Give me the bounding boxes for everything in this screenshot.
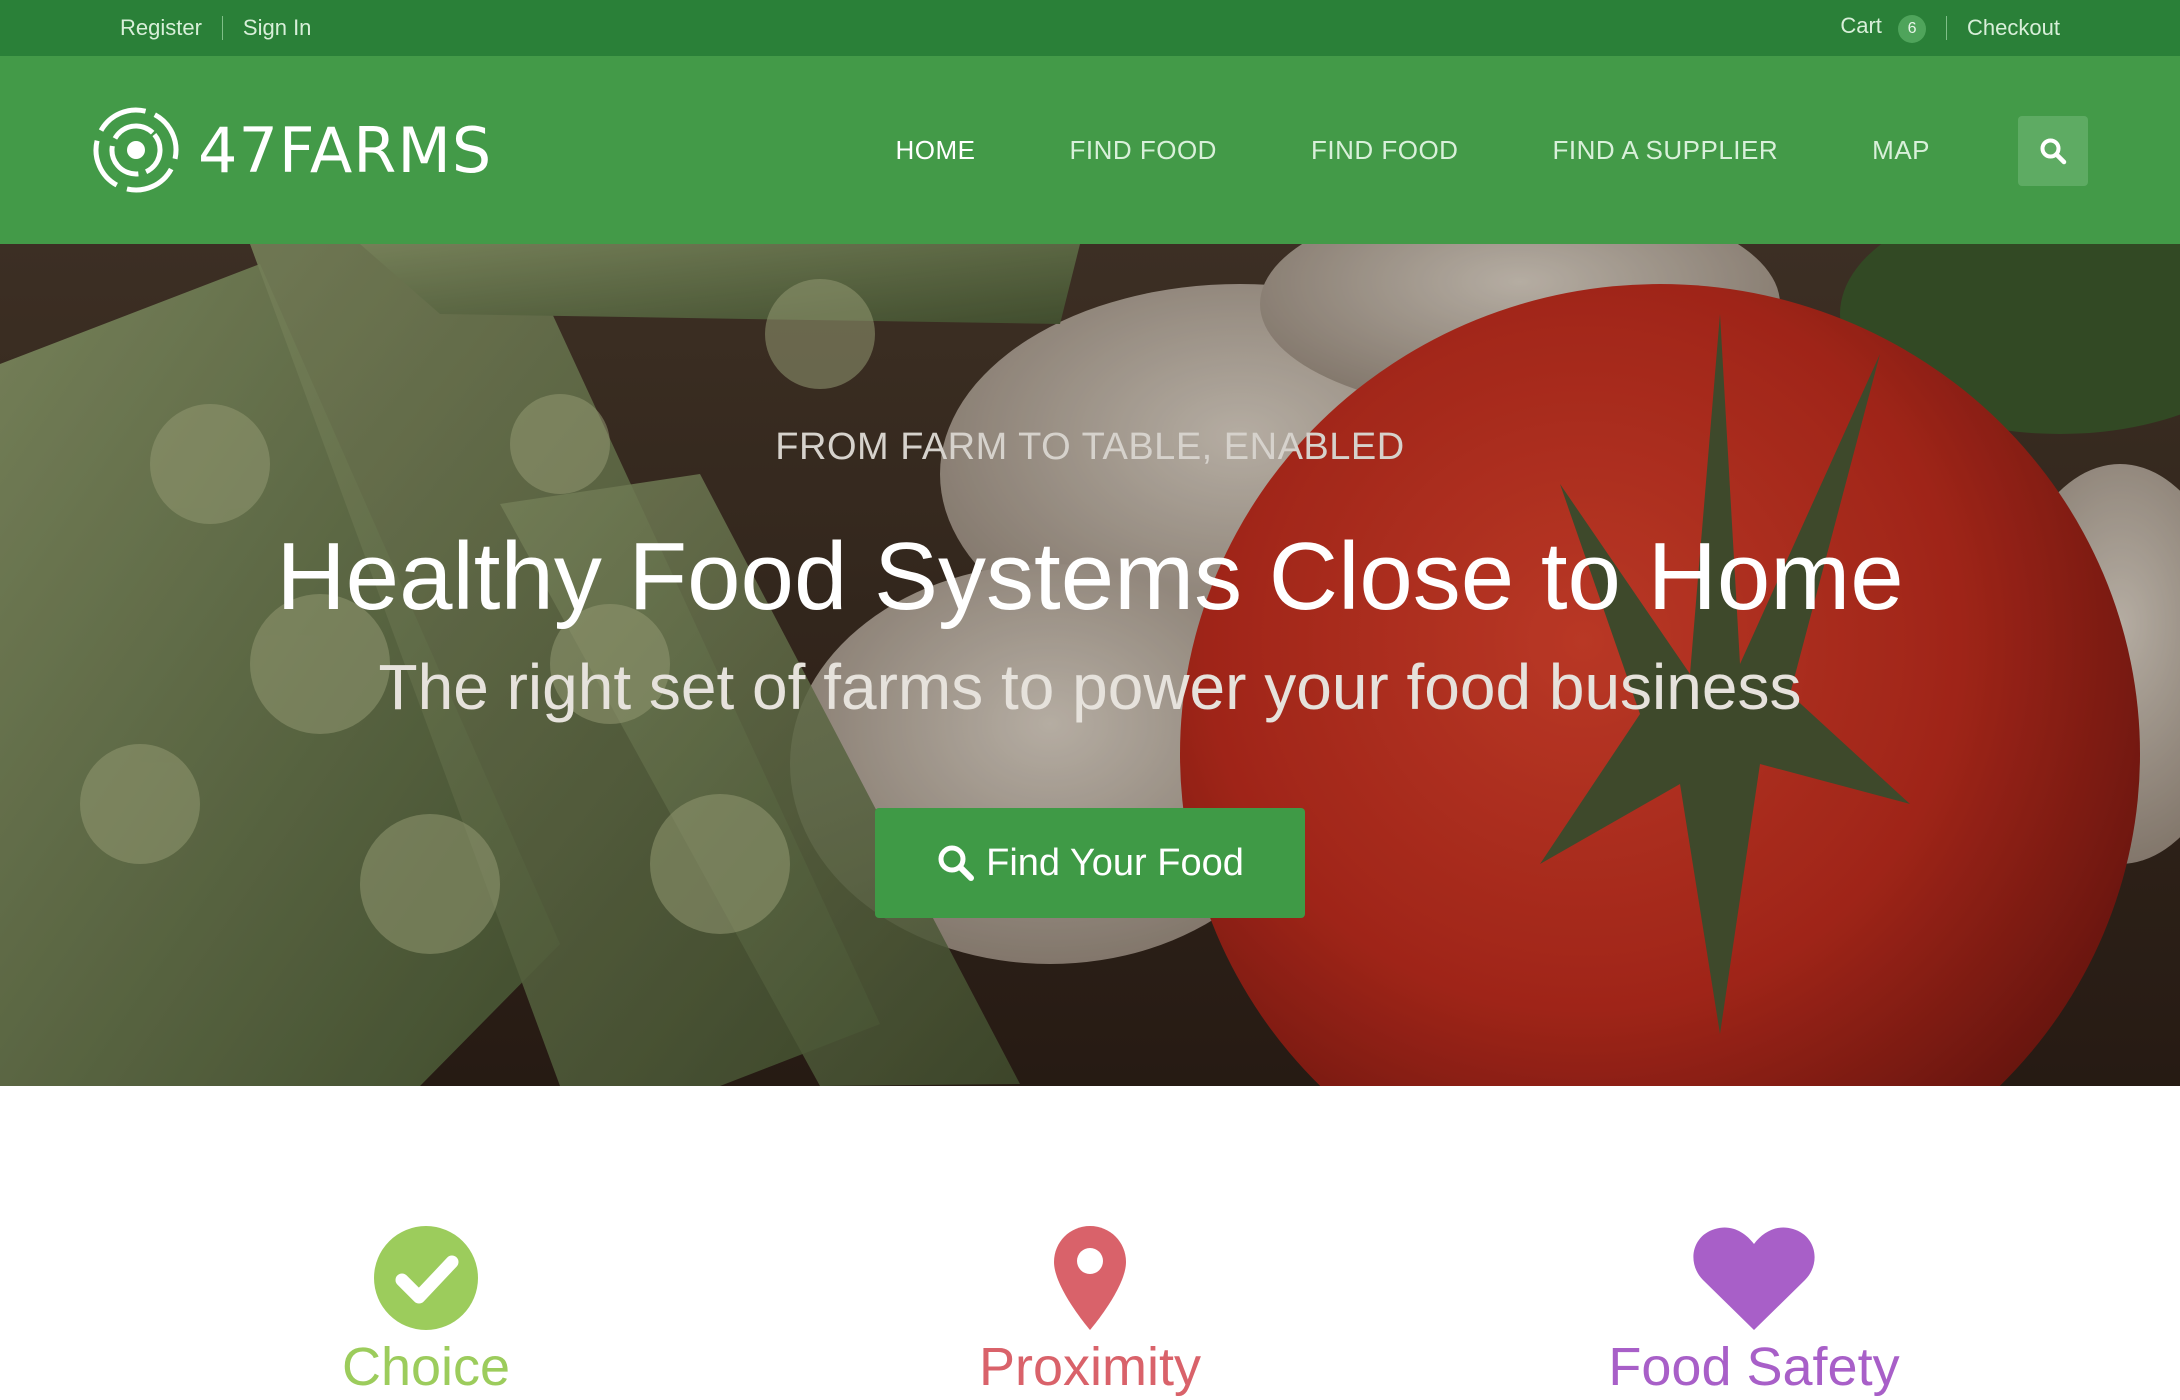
checkout-link[interactable]: Checkout	[1967, 15, 2060, 41]
brand-name: 47FARMS	[198, 113, 493, 187]
divider	[1946, 16, 1948, 40]
nav-map[interactable]: MAP	[1872, 135, 1930, 166]
feature-proximity-label: Proximity	[978, 1337, 1201, 1397]
search-icon	[2040, 138, 2067, 165]
brand-logo[interactable]: 47FARMS	[92, 106, 492, 194]
feature-choice: Choice	[176, 1226, 676, 1398]
main-navbar: 47FARMS HOME FIND FOOD FIND FOOD FIND A …	[0, 56, 2180, 244]
account-links: Register Sign In	[120, 0, 311, 56]
cart-link[interactable]: Cart 6	[1840, 13, 1927, 43]
feature-proximity: Proximity	[840, 1226, 1340, 1398]
find-your-food-button[interactable]: Find Your Food	[875, 808, 1305, 918]
feature-food-safety: Food Safety	[1504, 1226, 2004, 1398]
hero-banner: FROM FARM TO TABLE, ENABLED Healthy Food…	[0, 244, 2180, 1086]
search-icon	[938, 845, 975, 881]
heart-icon	[1693, 1227, 1815, 1330]
hero-title: Healthy Food Systems Close to Home	[276, 523, 1904, 630]
hero-eyebrow: FROM FARM TO TABLE, ENABLED	[775, 426, 1405, 468]
check-circle-icon	[374, 1226, 478, 1330]
primary-nav: HOME FIND FOOD FIND FOOD FIND A SUPPLIER…	[801, 56, 1930, 244]
map-pin-icon	[1054, 1226, 1126, 1330]
nav-find-a-supplier[interactable]: FIND A SUPPLIER	[1552, 135, 1778, 166]
nav-find-food-2[interactable]: FIND FOOD	[1311, 135, 1459, 166]
cart-links: Cart 6 Checkout	[1840, 0, 2060, 56]
features-section: Choice Proximity Food Safety	[0, 1086, 2180, 1400]
hero-subtitle: The right set of farms to power your foo…	[378, 651, 1802, 723]
nav-home[interactable]: HOME	[895, 135, 975, 166]
find-your-food-label: Find Your Food	[986, 841, 1244, 884]
sign-in-link[interactable]: Sign In	[243, 15, 312, 41]
search-button[interactable]	[2018, 116, 2088, 186]
nav-find-food[interactable]: FIND FOOD	[1069, 135, 1217, 166]
top-utility-bar: Register Sign In Cart 6 Checkout	[0, 0, 2180, 56]
cart-label: Cart	[1840, 13, 1882, 38]
feature-choice-label: Choice	[341, 1337, 511, 1397]
feature-food-safety-label: Food Safety	[1608, 1337, 1900, 1397]
register-link[interactable]: Register	[120, 15, 202, 41]
target-logo-icon	[93, 107, 179, 193]
cart-count-badge: 6	[1898, 15, 1927, 43]
divider	[221, 16, 223, 40]
